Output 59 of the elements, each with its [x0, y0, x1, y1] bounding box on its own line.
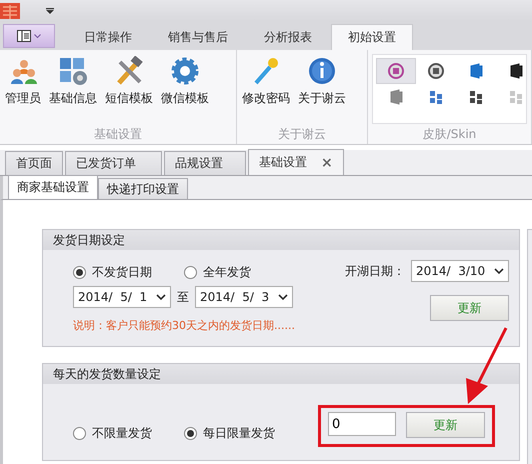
radio-option[interactable]: 全年发货: [184, 264, 251, 281]
date-select[interactable]: 2014/ 5/ 3: [195, 286, 293, 308]
radio-label: 不发货日期: [92, 264, 152, 281]
group-label: 基础设置: [93, 126, 143, 143]
field-label: 开湖日期：: [345, 262, 405, 280]
sub-tab[interactable]: 快递打印设置: [98, 178, 188, 199]
radio-option[interactable]: 每日限量发货: [184, 425, 275, 442]
tab-label: 已发货订单: [76, 155, 136, 172]
date-select[interactable]: 2014/ 3/10: [411, 260, 509, 282]
tab-label: 基础设置: [259, 154, 307, 171]
ribbon-tab[interactable]: 销售与售后: [151, 24, 245, 50]
ribbon-tab[interactable]: 分析报表: [247, 24, 329, 50]
radio-option[interactable]: 不限量发货: [73, 425, 152, 442]
radio-label: 每日限量发货: [203, 425, 275, 442]
update-button[interactable]: 更新: [430, 295, 509, 321]
panel-header: 发货日期设定: [43, 230, 519, 250]
note-text: 说明：客户只能预约30天之内的发货日期......: [73, 318, 296, 333]
radio-button[interactable]: [73, 266, 86, 279]
chevron-down-icon: [156, 294, 166, 300]
ribbon-button[interactable]: 微信模板: [158, 54, 212, 126]
radio-button[interactable]: [184, 266, 197, 279]
ribbon-button[interactable]: 修改密码: [239, 54, 293, 126]
quantity-input[interactable]: 0: [328, 412, 396, 436]
document-tab[interactable]: 基础设置 ×: [248, 149, 344, 175]
update-button[interactable]: 更新: [406, 412, 485, 438]
ribbon-button[interactable]: 基础信息: [46, 54, 100, 126]
radio-label: 不限量发货: [92, 425, 152, 442]
sub-tab[interactable]: 商家基础设置: [8, 175, 98, 199]
ribbon-tab[interactable]: 初始设置: [331, 24, 413, 50]
panel-header: 每天的发货数量设定: [43, 364, 519, 384]
ribbon-tab[interactable]: 日常操作: [67, 24, 149, 50]
date-select[interactable]: 2014/ 5/ 1: [73, 286, 171, 308]
ribbon-button[interactable]: 管理员: [2, 54, 44, 126]
app-menu-button[interactable]: [3, 24, 55, 48]
tiles-gear-icon: [58, 56, 88, 86]
ribbon-button[interactable]: 关于谢云: [295, 54, 349, 126]
group-label: 关于谢云: [277, 126, 327, 143]
panel-icon: [17, 30, 31, 42]
quick-access-caret-icon[interactable]: [46, 8, 54, 14]
gear-icon: [170, 56, 200, 86]
chevron-down-icon: [278, 294, 288, 300]
close-icon[interactable]: ×: [321, 154, 333, 170]
caret-icon: [34, 34, 41, 38]
info-icon: [307, 56, 337, 86]
radio-label: 全年发货: [203, 264, 251, 281]
document-tab[interactable]: 已发货订单: [65, 151, 162, 175]
wrench-hammer-icon: [114, 56, 144, 86]
tab-label: 品规设置: [175, 155, 223, 172]
radio-button[interactable]: [184, 427, 197, 440]
range-separator: 至: [177, 288, 189, 306]
group-label: 皮肤/Skin: [422, 126, 478, 143]
tab-label: 首页面: [16, 155, 52, 172]
radio-button[interactable]: [73, 427, 86, 440]
chevron-down-icon: [494, 268, 504, 274]
radio-option[interactable]: 不发货日期: [73, 264, 152, 281]
app-logo-icon: [0, 1, 20, 21]
document-tab[interactable]: 首页面: [5, 151, 63, 175]
ribbon-button[interactable]: 短信模板: [102, 54, 156, 126]
document-tab[interactable]: 品规设置: [164, 151, 246, 175]
